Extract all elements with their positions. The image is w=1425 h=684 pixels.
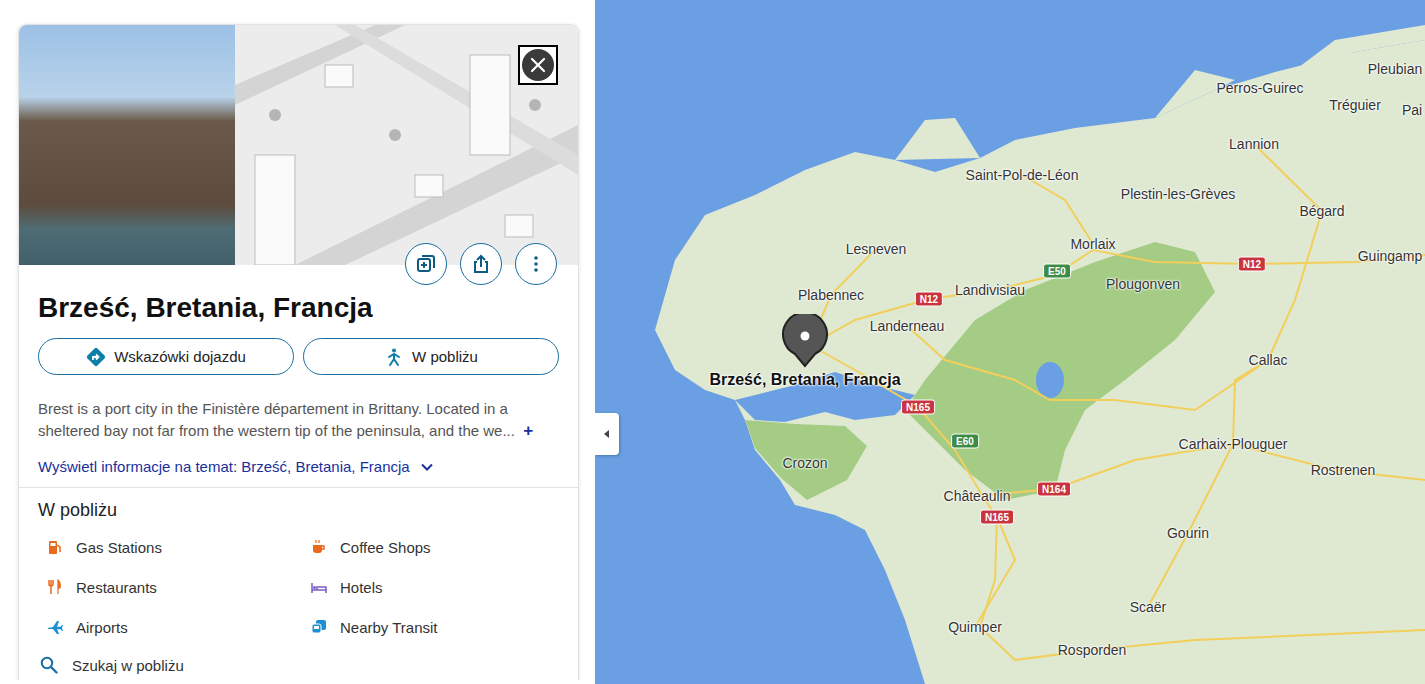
nearby-item[interactable]: Coffee Shops [302,527,559,567]
place-label[interactable]: Scaër [1130,599,1167,615]
place-label[interactable]: Châteaulin [944,488,1011,504]
place-label[interactable]: Pleubian [1368,61,1423,77]
place-label[interactable]: Plestin-les-Grèves [1121,186,1235,202]
place-label[interactable]: Plabennec [798,287,864,303]
nearby-search-label: Szukaj w pobliżu [72,657,184,674]
nearby-item[interactable]: Gas Stations [38,527,302,567]
pin-label: Brześć, Bretania, Francja [709,371,900,389]
fork-knife-icon [47,579,63,595]
place-label[interactable]: Perros-Guirec [1216,80,1303,96]
place-label[interactable]: Lesneven [846,241,907,257]
place-label[interactable]: Bégard [1299,203,1344,219]
place-photo[interactable] [19,25,235,265]
triangle-left-icon [602,429,612,439]
road-shield: N12 [915,292,943,307]
road-shield: E60 [951,434,979,449]
place-label[interactable]: Crozon [782,455,827,471]
place-label[interactable]: Landivisiau [955,282,1025,298]
transit-icon [311,619,327,635]
close-button[interactable] [518,45,558,85]
page: Brześć, Bretania, Francja Wskazówki doja… [0,0,1425,684]
nearby-item-label: Restaurants [76,579,157,596]
bed-icon [311,579,327,595]
more-info-link[interactable]: Wyświetl informacje na temat: Brześć, Br… [38,458,559,475]
button-label: W pobliżu [412,348,478,365]
more-button[interactable] [515,243,557,285]
nearby-button[interactable]: W pobliżu [303,338,559,375]
directions-button[interactable]: Wskazówki dojazdu [38,338,294,375]
nearby-item-label: Gas Stations [76,539,162,556]
place-label[interactable]: Lannion [1229,136,1279,152]
coffee-cup-icon [311,539,327,555]
nearby-section: W pobliżu Gas Stations Coffee Shops Rest… [19,488,578,680]
road-shield: N164 [1037,482,1071,497]
nearby-item-label: Coffee Shops [340,539,431,556]
nearby-item-label: Hotels [340,579,383,596]
expand-button[interactable]: + [523,421,533,440]
close-icon [528,55,548,75]
map[interactable]: Pleubian Perros-Guirec Tréguier Pai Guingamp… [595,0,1425,684]
card-body: Brześć, Bretania, Francja Wskazówki doja… [19,265,578,487]
gas-pump-icon [47,539,63,555]
road-shield: N165 [980,510,1014,525]
nearby-list: Gas Stations Coffee Shops Restaurants Ho… [38,527,559,680]
place-card: Brześć, Bretania, Francja Wskazówki doja… [18,24,579,680]
chevron-down-icon [420,460,434,474]
hero-images [19,25,578,265]
search-icon [40,656,58,674]
place-label[interactable]: Saint-Pol-de-Léon [966,167,1079,183]
nearby-item[interactable]: Restaurants [38,567,302,607]
walking-person-icon [384,347,404,367]
place-label[interactable]: Rosporden [1058,642,1127,658]
map-pin-icon[interactable] [781,314,829,368]
place-label[interactable]: Guingamp [1358,248,1423,264]
nearby-item-label: Airports [76,619,128,636]
place-label[interactable]: Gourin [1167,525,1209,541]
nearby-heading: W pobliżu [38,498,559,522]
nearby-search[interactable]: Szukaj w pobliżu [38,647,559,680]
road-shield: N165 [901,400,935,415]
airplane-icon [47,619,63,635]
more-icon [526,254,546,274]
share-button[interactable] [460,243,502,285]
place-label[interactable]: Landerneau [870,318,945,334]
collapse-panel-button[interactable] [595,413,619,455]
save-button[interactable] [405,243,447,285]
button-label: Wskazówki dojazdu [114,348,246,365]
directions-icon [86,347,106,367]
place-label[interactable]: Plougonven [1106,276,1180,292]
collection-icon [416,254,436,274]
place-label[interactable]: Carhaix-Plouguer [1179,436,1288,452]
card-actions [405,243,557,285]
side-panel: Brześć, Bretania, Francja Wskazówki doja… [0,0,595,680]
place-label[interactable]: Morlaix [1070,236,1115,252]
description: Brest is a port city in the Finistère dé… [38,398,559,442]
road-shield: E50 [1043,264,1071,279]
nearby-item[interactable]: Hotels [302,567,559,607]
divider [19,487,578,488]
nearby-item-label: Nearby Transit [340,619,438,636]
place-title: Brześć, Bretania, Francja [38,291,559,325]
nearby-item[interactable]: Airports [38,607,302,647]
action-buttons: Wskazówki dojazdu W pobliżu [38,338,559,375]
place-label[interactable]: Quimper [948,619,1002,635]
share-icon [471,254,491,274]
place-label[interactable]: Pai [1402,102,1422,118]
place-label[interactable]: Callac [1249,352,1288,368]
map-canvas-icon [595,0,1425,684]
place-label[interactable]: Tréguier [1329,97,1381,113]
road-shield: N12 [1238,257,1266,272]
place-label[interactable]: Rostrenen [1311,462,1376,478]
nearby-item[interactable]: Nearby Transit [302,607,559,647]
